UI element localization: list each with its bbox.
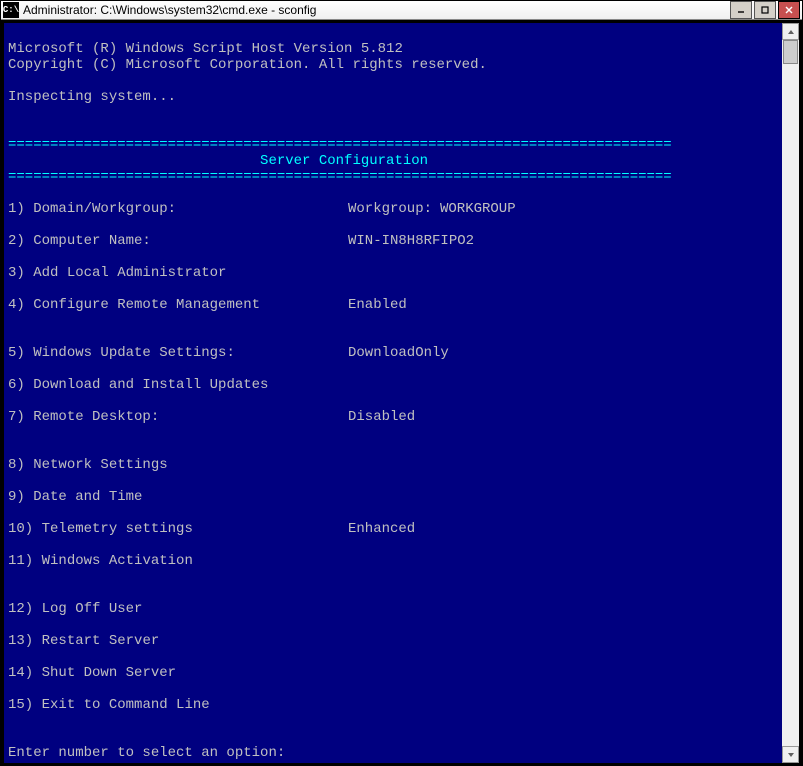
menu-item-8: 8) Network Settings: [8, 457, 778, 473]
menu-item-7: 7) Remote Desktop:Disabled: [8, 409, 778, 425]
header-line2: Copyright (C) Microsoft Corporation. All…: [8, 57, 487, 73]
maximize-button[interactable]: [754, 1, 776, 19]
scroll-thumb[interactable]: [783, 40, 798, 64]
menu-item-14: 14) Shut Down Server: [8, 665, 778, 681]
scroll-track[interactable]: [782, 40, 799, 746]
content-area: Microsoft (R) Windows Script Host Versio…: [1, 20, 802, 766]
titlebar: C:\ Administrator: C:\Windows\system32\c…: [1, 1, 802, 20]
divider-bottom: ========================================…: [8, 169, 672, 185]
cmd-window: C:\ Administrator: C:\Windows\system32\c…: [0, 0, 803, 571]
menu-item-13: 13) Restart Server: [8, 633, 778, 649]
menu-item-1: 1) Domain/Workgroup:Workgroup:WORKGROUP: [8, 201, 778, 217]
vertical-scrollbar[interactable]: [782, 23, 799, 763]
prompt-line[interactable]: Enter number to select an option:: [8, 745, 294, 761]
menu-item-3: 3) Add Local Administrator: [8, 265, 778, 281]
menu-item-15: 15) Exit to Command Line: [8, 697, 778, 713]
menu-item-9: 9) Date and Time: [8, 489, 778, 505]
menu-item-11: 11) Windows Activation: [8, 553, 778, 569]
inspecting-line: Inspecting system...: [8, 89, 176, 105]
menu-item-5: 5) Windows Update Settings:DownloadOnly: [8, 345, 778, 361]
menu-item-6: 6) Download and Install Updates: [8, 377, 778, 393]
scroll-down-button[interactable]: [782, 746, 799, 763]
header-line1: Microsoft (R) Windows Script Host Versio…: [8, 41, 403, 57]
section-title: Server Configuration: [8, 153, 428, 169]
scroll-up-button[interactable]: [782, 23, 799, 40]
window-title: Administrator: C:\Windows\system32\cmd.e…: [23, 3, 728, 17]
close-button[interactable]: [778, 1, 800, 19]
menu-item-2: 2) Computer Name:WIN-IN8H8RFIPO2: [8, 233, 778, 249]
app-icon: C:\: [3, 2, 19, 18]
terminal-output[interactable]: Microsoft (R) Windows Script Host Versio…: [4, 23, 782, 763]
menu-item-12: 12) Log Off User: [8, 601, 778, 617]
menu-item-10: 10) Telemetry settingsEnhanced: [8, 521, 778, 537]
divider-top: ========================================…: [8, 137, 672, 153]
minimize-button[interactable]: [730, 1, 752, 19]
window-controls: [728, 1, 800, 19]
menu-item-4: 4) Configure Remote ManagementEnabled: [8, 297, 778, 313]
